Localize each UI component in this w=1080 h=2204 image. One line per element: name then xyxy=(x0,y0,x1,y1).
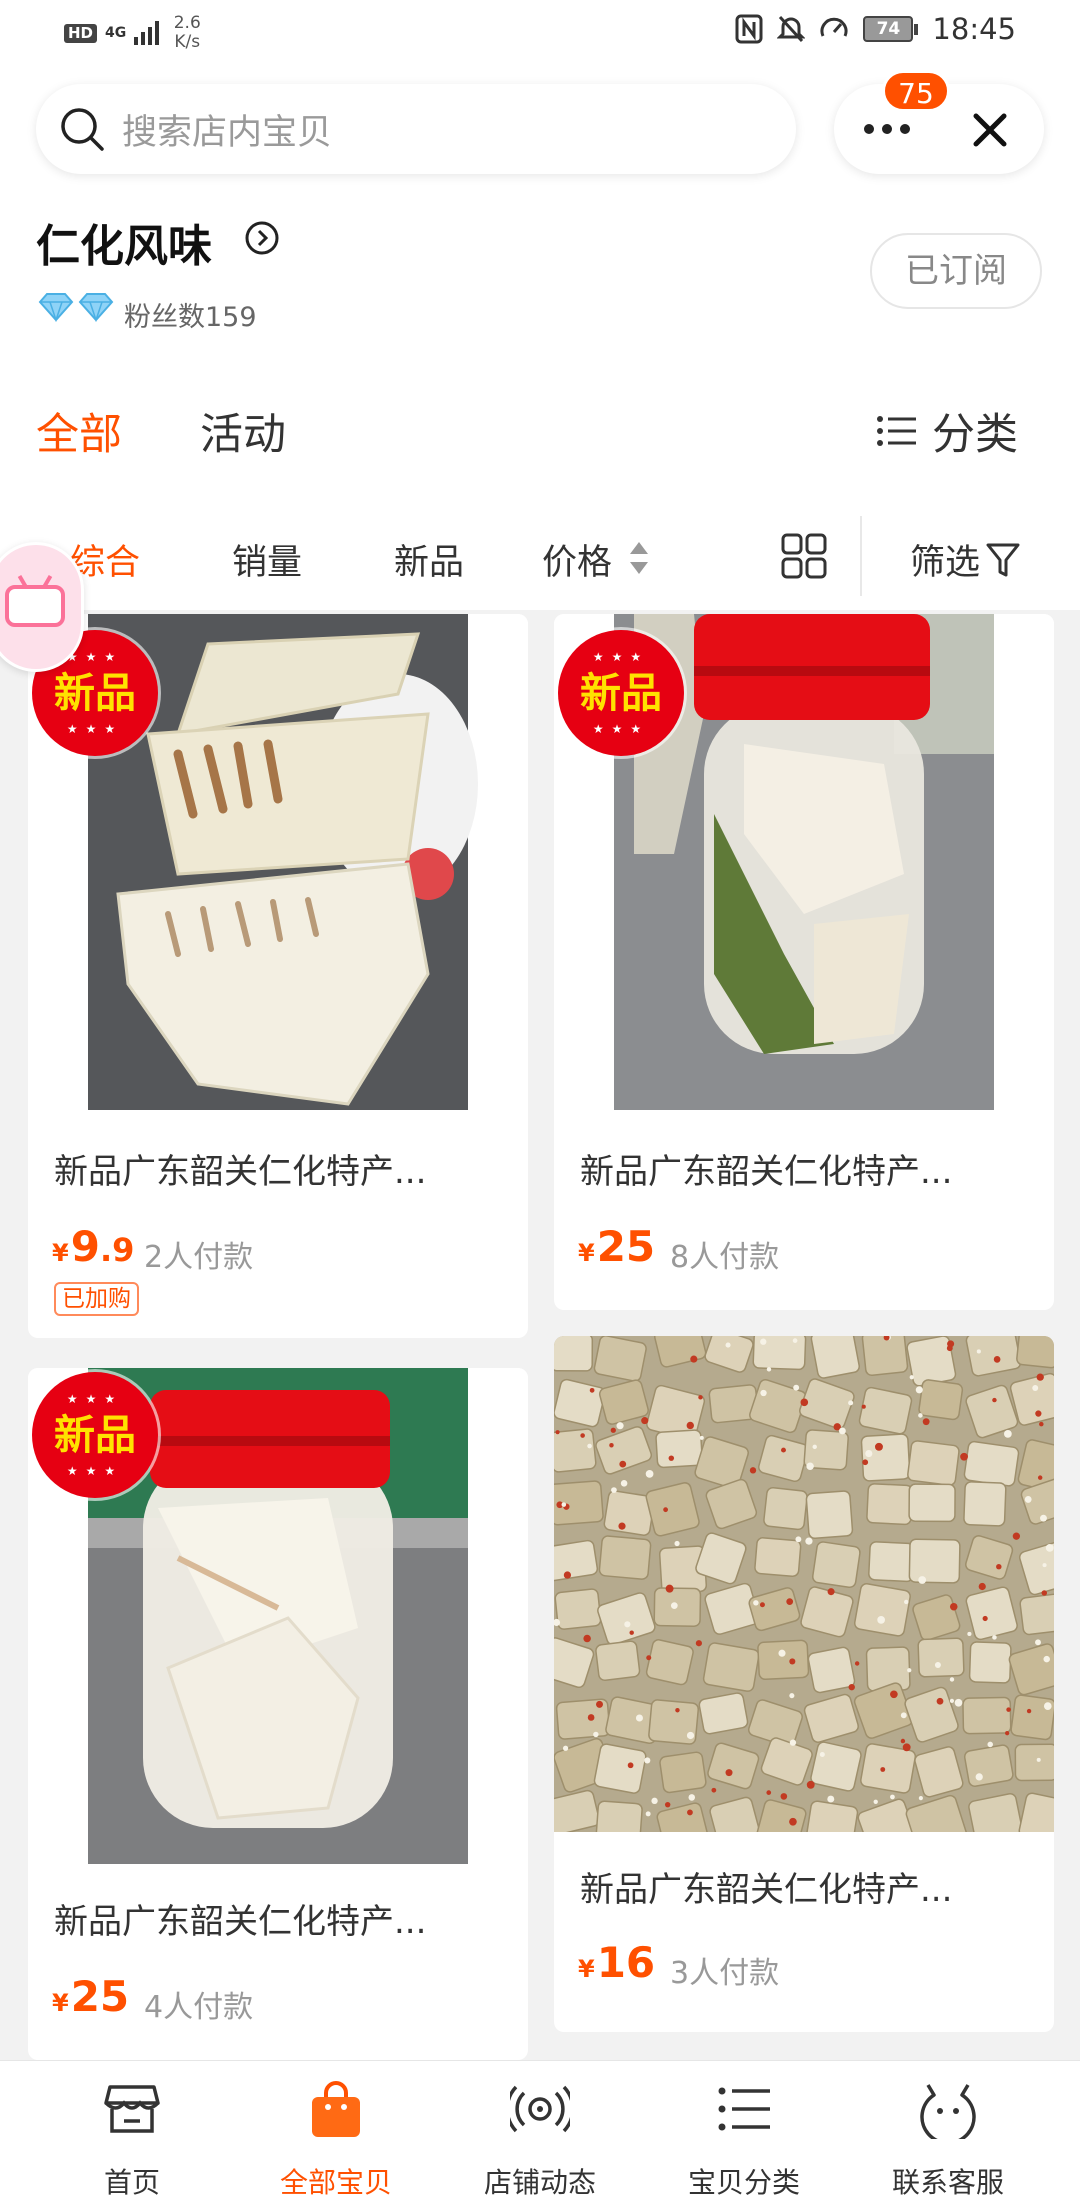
added-to-cart-tag: 已加购 xyxy=(54,1282,139,1316)
product-sold-count: 2人付款 xyxy=(144,1240,254,1275)
product-price: ¥ 16 xyxy=(578,1938,656,1987)
shop-icon xyxy=(104,2085,160,2133)
signal-icon xyxy=(134,21,160,45)
product-price: ¥ 9 .9 xyxy=(52,1222,135,1271)
network-type: 4G xyxy=(105,25,127,41)
message-badge: 75 xyxy=(882,70,950,112)
product-title: 新品广东韶关仁化特产... xyxy=(54,1902,427,1942)
diamond-icon xyxy=(38,293,74,322)
shop-name[interactable]: 仁化风味 xyxy=(36,210,212,274)
product-sold-count: 3人付款 xyxy=(670,1956,780,1991)
badge-label: 新品 xyxy=(580,669,662,717)
diamond-level xyxy=(38,292,114,322)
list-icon xyxy=(718,2087,770,2131)
list-icon xyxy=(877,416,916,446)
sort-divider xyxy=(860,516,862,596)
sort-arrows-icon[interactable] xyxy=(628,540,650,576)
product-card[interactable]: ★★★ 新品 ★★★ 新品广东韶关仁化特产... ¥ 9 .9 2人付款 已加购 xyxy=(28,614,528,1338)
shopping-bag-icon xyxy=(312,2081,360,2137)
product-card[interactable]: ★★★ 新品 ★★★ 新品广东韶关仁化特产... ¥ 25 8人付款 xyxy=(554,614,1054,1310)
status-bar: HD 4G 2.6 K/s 74 18:45 xyxy=(0,0,1080,68)
close-icon[interactable] xyxy=(968,108,1012,152)
product-price: ¥ 25 xyxy=(52,1972,130,2021)
search-icon xyxy=(61,108,104,151)
badge-label: 新品 xyxy=(54,669,136,717)
search-bar[interactable]: 搜索店内宝贝 xyxy=(36,84,796,174)
nav-home[interactable]: 首页 xyxy=(52,2061,212,2204)
new-product-badge: ★★★ 新品 ★★★ xyxy=(32,1372,158,1498)
chevron-right-circle-icon[interactable] xyxy=(244,220,280,256)
sort-sales[interactable]: 销量 xyxy=(232,534,302,585)
category-label: 分类 xyxy=(932,410,1018,460)
category-button[interactable]: 分类 xyxy=(876,400,1018,462)
search-placeholder: 搜索店内宝贝 xyxy=(122,112,333,153)
service-icon xyxy=(920,2084,976,2139)
sort-new[interactable]: 新品 xyxy=(394,534,464,585)
broadcast-icon xyxy=(510,2085,570,2133)
nav-shop-feed[interactable]: 店铺动态 xyxy=(460,2061,620,2204)
product-card[interactable]: ★★★ 新品 ★★★ 新品广东韶关仁化特产... ¥ 25 4人付款 xyxy=(28,1368,528,2060)
product-sold-count: 4人付款 xyxy=(144,1990,254,2025)
nav-contact-service[interactable]: 联系客服 xyxy=(868,2061,1028,2204)
battery-icon: 74 xyxy=(863,16,919,42)
status-left: HD 4G 2.6 K/s xyxy=(64,14,207,52)
nav-all-items[interactable]: 全部宝贝 xyxy=(256,2061,416,2204)
subscribe-button[interactable]: 已订阅 xyxy=(870,233,1042,309)
filter-icon xyxy=(986,543,1020,576)
battery-level: 74 xyxy=(863,16,914,42)
filter-button[interactable]: 筛选 xyxy=(910,534,1020,585)
tab-activity[interactable]: 活动 xyxy=(200,400,286,462)
product-image xyxy=(554,1336,1054,1832)
product-title: 新品广东韶关仁化特产... xyxy=(580,1870,953,1910)
product-price: ¥ 25 xyxy=(578,1222,656,1271)
new-product-badge: ★★★ 新品 ★★★ xyxy=(558,630,684,756)
sort-price[interactable]: 价格 xyxy=(542,534,612,585)
filter-label: 筛选 xyxy=(910,543,981,583)
bilibili-tv-icon xyxy=(5,585,65,627)
network-speed: 2.6 K/s xyxy=(167,14,207,52)
bottom-nav: 首页 全部宝贝 店铺动态 宝贝分类 联系客服 xyxy=(0,2060,1080,2204)
product-sold-count: 8人付款 xyxy=(670,1240,780,1275)
tab-all[interactable]: 全部 xyxy=(36,400,122,462)
clock: 18:45 xyxy=(932,12,1016,46)
speed-unit: K/s xyxy=(174,32,201,52)
product-title: 新品广东韶关仁化特产... xyxy=(54,1152,427,1192)
badge-label: 新品 xyxy=(54,1411,136,1459)
more-dots-icon[interactable] xyxy=(864,124,910,134)
floating-bilibili-widget[interactable] xyxy=(0,542,84,672)
speedometer-icon xyxy=(820,17,848,37)
diamond-icon xyxy=(78,293,114,322)
product-title: 新品广东韶关仁化特产... xyxy=(580,1152,953,1192)
fans-count: 粉丝数159 xyxy=(124,302,257,333)
mute-bell-icon xyxy=(777,15,806,43)
product-card[interactable]: 新品广东韶关仁化特产... ¥ 16 3人付款 xyxy=(554,1336,1054,2032)
nav-categories[interactable]: 宝贝分类 xyxy=(664,2061,824,2204)
nfc-icon xyxy=(735,14,763,44)
grid-view-icon[interactable] xyxy=(780,532,828,580)
status-right: 74 18:45 xyxy=(735,12,1016,46)
speed-value: 2.6 xyxy=(173,13,201,33)
hd-indicator: HD xyxy=(64,23,98,43)
